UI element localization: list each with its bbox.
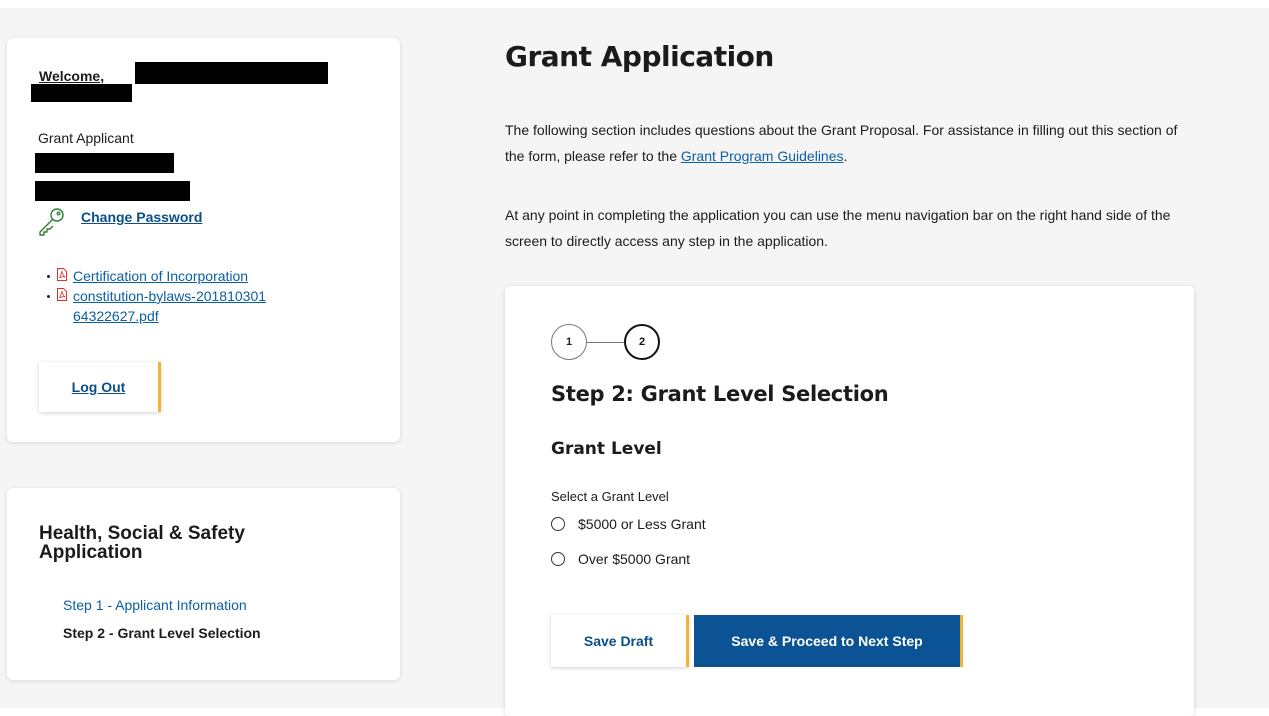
constitution-bylaws-link[interactable]: constitution-bylaws-20181030164322627.pd… — [73, 288, 266, 324]
logout-button[interactable]: Log Out — [39, 362, 161, 412]
save-draft-button[interactable]: Save Draft — [551, 615, 689, 667]
radio-label: Over $5000 Grant — [578, 551, 691, 567]
redacted-detail-1 — [35, 153, 174, 173]
section-heading: Grant Level — [551, 439, 662, 459]
redacted-name — [135, 62, 328, 84]
stepper-step-1[interactable]: 1 — [551, 324, 587, 360]
step-heading: Step 2: Grant Level Selection — [551, 382, 889, 406]
radio-button[interactable] — [551, 552, 565, 566]
radio-label: $5000 or Less Grant — [578, 516, 706, 532]
grant-level-label: Select a Grant Level — [551, 489, 669, 504]
nav-step-applicant-information[interactable]: Step 1 - Applicant Information — [63, 597, 247, 613]
pdf-icon — [57, 288, 67, 301]
stepper-step-2: 2 — [624, 324, 660, 360]
progress-stepper: 1 2 — [551, 324, 681, 364]
intro-text-end: . — [843, 148, 848, 164]
nav-step-grant-level-selection[interactable]: Step 2 - Grant Level Selection — [63, 625, 261, 641]
navigation-hint-paragraph: At any point in completing the applicati… — [505, 207, 1171, 249]
redacted-detail-2 — [35, 181, 190, 201]
key-icon — [39, 208, 64, 236]
user-role: Grant Applicant — [38, 130, 134, 146]
user-card: Welcome, Grant Applicant Change Password… — [7, 38, 400, 442]
guidelines-link[interactable]: Grant Program Guidelines — [681, 148, 844, 164]
step-navigation-card: Health, Social & Safety Application Step… — [7, 488, 400, 680]
pdf-icon — [57, 268, 67, 281]
intro-paragraph: The following section includes questions… — [505, 117, 1195, 169]
radio-option-5000-or-less[interactable]: $5000 or Less Grant — [551, 516, 706, 532]
document-item: Certification of Incorporation — [47, 266, 273, 286]
application-title: Health, Social & Safety Application — [39, 523, 245, 563]
page-title: Grant Application — [505, 40, 774, 73]
redacted-name-line2 — [31, 84, 132, 102]
document-item: constitution-bylaws-20181030164322627.pd… — [47, 286, 273, 326]
change-password-link[interactable]: Change Password — [81, 209, 202, 225]
radio-button[interactable] — [551, 517, 565, 531]
document-list: Certification of Incorporation constitut… — [47, 266, 273, 326]
form-card: 1 2 Step 2: Grant Level Selection Grant … — [505, 286, 1194, 716]
welcome-label: Welcome, — [39, 68, 105, 84]
save-and-proceed-button[interactable]: Save & Proceed to Next Step — [694, 615, 963, 667]
radio-option-over-5000[interactable]: Over $5000 Grant — [551, 551, 690, 567]
certification-link[interactable]: Certification of Incorporation — [73, 268, 248, 284]
stepper-connector — [587, 342, 624, 343]
